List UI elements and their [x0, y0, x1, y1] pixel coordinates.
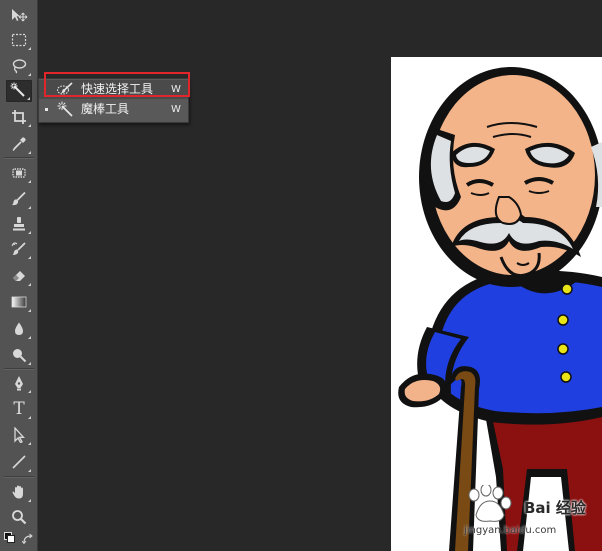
blur-tool-button[interactable] [6, 318, 32, 340]
magic-wand-icon [56, 101, 76, 121]
submenu-indicator [28, 231, 31, 234]
submenu-indicator [28, 469, 31, 472]
line-tool-button[interactable] [6, 451, 32, 473]
document-canvas[interactable] [391, 57, 602, 551]
marquee-icon [11, 33, 27, 47]
crop-tool-button[interactable] [6, 106, 32, 128]
watermark-url: jingyan.baidu.com [464, 525, 557, 536]
submenu-indicator [28, 206, 31, 209]
drop-icon [11, 321, 27, 337]
dodge-icon [11, 347, 27, 363]
submenu-indicator [28, 151, 31, 154]
lasso-tool-button[interactable] [6, 55, 32, 77]
rectangular-marquee-tool-button[interactable] [6, 29, 32, 51]
tools-panel: T [0, 0, 38, 551]
history-brush-icon [11, 241, 27, 257]
history-brush-tool-button[interactable] [6, 238, 32, 260]
zoom-tool-button[interactable] [6, 506, 32, 528]
move-icon [9, 7, 29, 23]
highlight-annotation-box [44, 72, 190, 97]
pen-icon [11, 375, 27, 391]
move-tool-button[interactable] [6, 4, 32, 26]
swap-colors-icon[interactable] [21, 530, 34, 549]
submenu-indicator [27, 97, 30, 100]
current-tool-bullet [45, 108, 48, 111]
brush-tool-button[interactable] [6, 188, 32, 210]
submenu-indicator [28, 47, 31, 50]
toolbar-divider [4, 157, 34, 159]
submenu-indicator [28, 416, 31, 419]
spot-healing-tool-button[interactable] [6, 162, 32, 184]
submenu-indicator [28, 499, 31, 502]
submenu-indicator [28, 124, 31, 127]
eyedropper-tool-button[interactable] [6, 133, 32, 155]
baidu-jingyan-watermark: Bai 经验 jingyan.baidu.com [462, 485, 597, 545]
flyout-item-label: 魔棒工具 [81, 102, 130, 116]
clone-stamp-tool-button[interactable] [6, 213, 32, 235]
flyout-item-shortcut: W [171, 104, 181, 115]
type-tool-button[interactable]: T [6, 398, 32, 420]
eraser-icon [11, 268, 27, 284]
submenu-indicator [28, 309, 31, 312]
eyedropper-icon [11, 136, 27, 152]
submenu-indicator [28, 442, 31, 445]
toolbar-divider [4, 368, 34, 370]
stamp-icon [11, 216, 27, 232]
submenu-indicator [28, 336, 31, 339]
line-icon [11, 454, 27, 470]
crop-icon [11, 109, 27, 125]
toolbar-divider [4, 476, 34, 478]
submenu-indicator [28, 180, 31, 183]
type-icon: T [13, 399, 25, 419]
default-colors-icon[interactable] [4, 532, 15, 543]
cartoon-old-man-image [398, 67, 602, 551]
hand-tool-button[interactable] [6, 481, 32, 503]
brush-icon [11, 191, 27, 207]
zoom-icon [11, 509, 27, 525]
gradient-icon [11, 295, 27, 309]
magic-wand-icon [10, 82, 28, 100]
bandage-icon [11, 165, 27, 181]
photoshop-window: T 快速选择工具 W 魔棒工具 W Bai 经验 jingyan.baidu.c… [0, 0, 602, 551]
submenu-indicator [28, 73, 31, 76]
lasso-icon [11, 58, 27, 74]
submenu-indicator [28, 390, 31, 393]
dodge-tool-button[interactable] [6, 344, 32, 366]
baidu-paw-logo-icon [468, 485, 512, 522]
pen-tool-button[interactable] [6, 372, 32, 394]
submenu-indicator [28, 283, 31, 286]
gradient-tool-button[interactable] [6, 291, 32, 313]
hand-icon [11, 484, 27, 500]
watermark-brand: Bai 经验 [524, 499, 586, 517]
quick-selection-tool-button[interactable] [6, 80, 32, 102]
arrow-icon [11, 427, 27, 443]
path-selection-tool-button[interactable] [6, 424, 32, 446]
submenu-indicator [28, 362, 31, 365]
eraser-tool-button[interactable] [6, 265, 32, 287]
submenu-indicator [28, 256, 31, 259]
flyout-item-magic-wand[interactable]: 魔棒工具 W [39, 100, 188, 119]
